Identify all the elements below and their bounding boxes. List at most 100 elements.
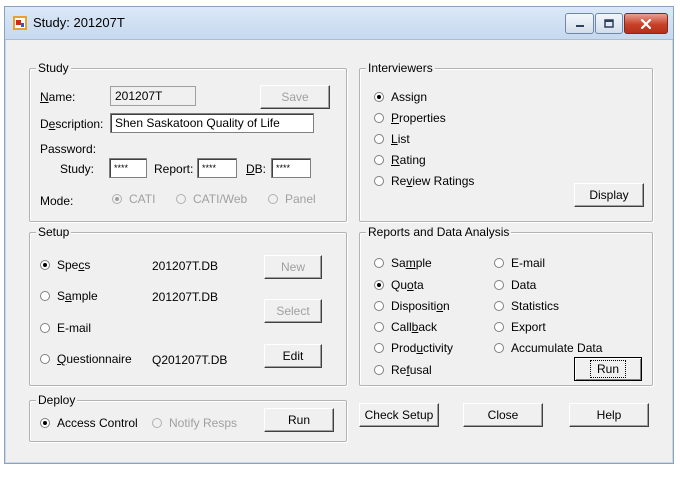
reports-accumulate-data-radio[interactable]: Accumulate Data [494, 341, 602, 355]
reports-data-label: Data [511, 278, 537, 292]
app-icon [13, 16, 27, 30]
radio-indicator [494, 280, 504, 290]
radio-indicator [374, 176, 384, 186]
deploy-group: Deploy Access Control Notify Resps Run [29, 393, 347, 442]
mode-radio-cati-web[interactable]: CATI/Web [176, 192, 247, 206]
radio-indicator [494, 258, 504, 268]
reports-disposition-label: Disposition [391, 299, 450, 313]
db-password-label: DB: [246, 162, 267, 176]
interviewers-assign-radio[interactable]: Assign [374, 90, 427, 104]
setup-specs-radio[interactable]: Specs [40, 258, 90, 272]
setup-group-title: Setup [36, 225, 72, 239]
setup-questionnaire-radio[interactable]: Questionnaire [40, 352, 132, 366]
reports-run-button[interactable]: Run [574, 357, 642, 381]
notify-resps-label: Notify Resps [169, 416, 238, 430]
close-window-button[interactable] [624, 13, 668, 34]
study-password-field[interactable]: **** [109, 158, 147, 178]
radio-indicator [268, 194, 278, 204]
mode-panel-label: Panel [285, 192, 316, 206]
close-button[interactable]: Close [463, 403, 543, 427]
radio-indicator [40, 354, 50, 364]
db-password-field[interactable]: **** [271, 158, 311, 178]
deploy-run-button[interactable]: Run [264, 408, 334, 432]
reports-email-label: E-mail [511, 256, 546, 270]
maximize-button[interactable] [595, 13, 623, 34]
deploy-notify-resps-radio[interactable]: Notify Resps [152, 416, 237, 430]
radio-indicator [494, 322, 504, 332]
reports-export-radio[interactable]: Export [494, 320, 546, 334]
description-label: Description: [40, 117, 104, 131]
reports-quota-radio[interactable]: Quota [374, 278, 424, 292]
close-icon [640, 18, 652, 29]
reports-export-label: Export [511, 320, 546, 334]
check-setup-button[interactable]: Check Setup [359, 403, 439, 427]
title-bar[interactable]: Study: 201207T [5, 7, 673, 40]
interviewers-list-radio[interactable]: List [374, 132, 410, 146]
minimize-button[interactable] [565, 13, 594, 34]
desktop-strip [0, 470, 680, 494]
interviewers-review-ratings-radio[interactable]: Review Ratings [374, 174, 474, 188]
study-password-label: Study: [60, 162, 95, 176]
assign-label: Assign [391, 90, 428, 104]
display-button[interactable]: Display [574, 183, 644, 207]
study-window: Study: 201207T Study Name: 201207T Save … [4, 6, 674, 464]
setup-sample-radio[interactable]: Sample [40, 289, 98, 303]
interviewers-group-title: Interviewers [366, 61, 435, 75]
report-password-field[interactable]: **** [197, 158, 237, 178]
radio-indicator [374, 343, 384, 353]
reports-statistics-radio[interactable]: Statistics [494, 299, 559, 313]
radio-indicator [40, 260, 50, 270]
access-control-label: Access Control [57, 416, 138, 430]
name-field[interactable]: 201207T [110, 86, 196, 106]
interviewers-rating-radio[interactable]: Rating [374, 153, 426, 167]
setup-email-radio[interactable]: E-mail [40, 321, 91, 335]
mode-radio-cati[interactable]: CATI [112, 192, 155, 206]
deploy-group-title: Deploy [36, 393, 78, 407]
setup-group: Setup Specs 201207T.DB New Sample 201207… [29, 225, 347, 386]
reports-disposition-radio[interactable]: Disposition [374, 299, 450, 313]
description-field[interactable]: Shen Saskatoon Quality of Life [110, 113, 314, 133]
reports-callback-radio[interactable]: Callback [374, 320, 437, 334]
radio-indicator [40, 291, 50, 301]
radio-indicator [494, 343, 504, 353]
reports-data-radio[interactable]: Data [494, 278, 536, 292]
study-group-title: Study [36, 61, 71, 75]
radio-indicator [494, 301, 504, 311]
mode-label: Mode: [40, 194, 74, 208]
select-button[interactable]: Select [264, 299, 322, 323]
reports-productivity-label: Productivity [391, 341, 454, 355]
study-group: Study Name: 201207T Save Description: Sh… [29, 61, 347, 222]
reports-productivity-radio[interactable]: Productivity [374, 341, 453, 355]
reports-group-title: Reports and Data Analysis [366, 225, 512, 239]
list-label: List [391, 132, 410, 146]
mode-cati-label: CATI [129, 192, 156, 206]
reports-run-label: Run [589, 360, 626, 378]
questionnaire-label: Questionnaire [57, 352, 132, 366]
radio-indicator [40, 323, 50, 333]
rating-label: Rating [391, 153, 426, 167]
save-button[interactable]: Save [260, 85, 330, 109]
minimize-icon [575, 24, 584, 27]
reports-refusal-radio[interactable]: Refusal [374, 363, 432, 377]
reports-sample-radio[interactable]: Sample [374, 256, 432, 270]
reports-refusal-label: Refusal [391, 363, 432, 377]
radio-indicator [176, 194, 186, 204]
reports-accumulate-data-label: Accumulate Data [511, 341, 603, 355]
properties-label: Properties [391, 111, 446, 125]
reports-email-radio[interactable]: E-mail [494, 256, 545, 270]
edit-button[interactable]: Edit [264, 344, 322, 368]
reports-sample-label: Sample [391, 256, 432, 270]
radio-indicator [374, 258, 384, 268]
questionnaire-file: Q201207T.DB [152, 353, 228, 367]
new-button[interactable]: New [264, 255, 322, 279]
interviewers-properties-radio[interactable]: Properties [374, 111, 446, 125]
interviewers-group: Interviewers Assign Properties List Rati… [359, 61, 653, 222]
radio-indicator [374, 155, 384, 165]
radio-indicator [112, 194, 122, 204]
help-button[interactable]: Help [569, 403, 649, 427]
password-label: Password: [40, 142, 97, 156]
radio-indicator [152, 418, 162, 428]
radio-indicator [374, 134, 384, 144]
mode-radio-panel[interactable]: Panel [268, 192, 316, 206]
deploy-access-control-radio[interactable]: Access Control [40, 416, 138, 430]
